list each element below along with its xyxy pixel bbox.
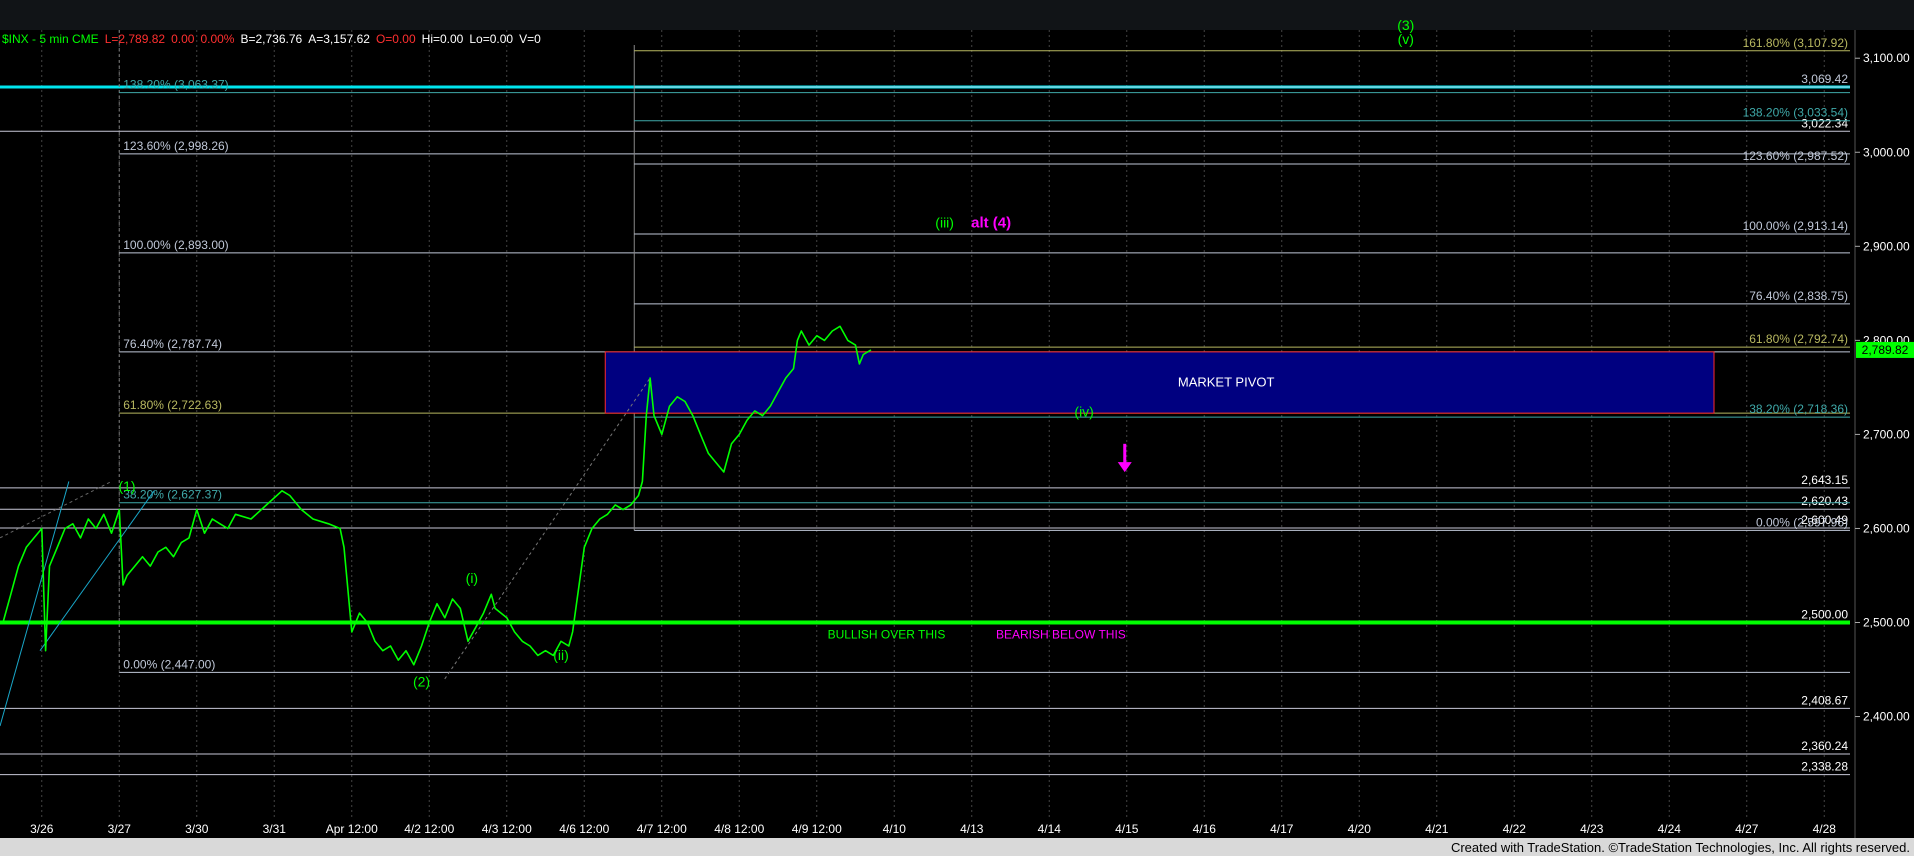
down-arrow-icon [1117,462,1132,473]
fib-left-label: 76.40% (2,787.74) [123,337,222,351]
bid-price: B=2,736.76 [240,32,303,46]
fib-left-label: 138.20% (3,063.37) [123,78,228,92]
y-tick-label: 2,700.00 [1863,427,1910,441]
fib-right-label: 138.20% (3,033.54) [1743,106,1848,120]
x-tick-label: 3/30 [185,822,209,836]
trend-channel-line [39,490,155,652]
wave-label: (iv) [1074,404,1093,420]
last-price: L=2,789.82 [104,32,166,46]
fib-left-label: 100.00% (2,893.00) [123,238,228,252]
net-change: 0.00 [171,32,195,46]
fib-right-label: 100.00% (2,913.14) [1743,219,1848,233]
x-tick-label: 4/23 [1580,822,1604,836]
y-tick-label: 2,900.00 [1863,239,1910,253]
level-label: 2,643.15 [1801,473,1848,487]
level-label: 2,620.43 [1801,494,1848,508]
wave-label: (1) [118,478,135,494]
level-label: 2,360.24 [1801,739,1848,753]
copyright-credit: Created with TradeStation. ©TradeStation… [1450,840,1910,855]
wave-label: (iii) [935,215,954,231]
x-tick-label: 4/8 12:00 [714,822,764,836]
level-label: 2,338.28 [1801,760,1848,774]
x-tick-label: 4/16 [1193,822,1217,836]
fib-right-label: 0.00% (2,597.96) [1756,515,1848,529]
x-tick-label: 4/2 12:00 [404,822,454,836]
fib-right-label: 38.20% (2,718.36) [1749,402,1848,416]
symbol-label[interactable]: $INX - 5 min CME [2,32,99,46]
x-tick-label: 4/9 12:00 [792,822,842,836]
x-tick-label: 4/13 [960,822,984,836]
fib-left-label: 123.60% (2,998.26) [123,139,228,153]
annotation-label: BEARISH BELOW THIS [996,627,1126,641]
volume: V=0 [519,32,541,46]
fib-right-label: 161.80% (3,107.92) [1743,36,1848,50]
x-tick-label: 4/3 12:00 [482,822,532,836]
fib-left-label: 0.00% (2,447.00) [123,657,215,671]
y-tick-label: 3,000.00 [1863,145,1910,159]
y-tick-label: 2,500.00 [1863,616,1910,630]
level-label: 2,408.67 [1801,693,1848,707]
y-tick-label: 2,400.00 [1863,710,1910,724]
x-tick-label: 4/21 [1425,822,1449,836]
x-tick-label: 4/27 [1735,822,1759,836]
y-tick-label: 2,600.00 [1863,521,1910,535]
high-price: Hi=0.00 [421,32,464,46]
price-chart[interactable]: 3/26 3/27 3/30 3/31 Apr 12:00 4/2 12:00 4/3 12… [0,0,1914,856]
x-tick-label: 4/20 [1348,822,1372,836]
ask-price: A=3,157.62 [308,32,370,46]
x-tick-label: 4/7 12:00 [637,822,687,836]
level-label: 2,500.00 [1801,608,1848,622]
low-price: Lo=0.00 [469,32,514,46]
x-tick-label: 4/28 [1813,822,1837,836]
x-tick-label: 4/10 [883,822,907,836]
x-tick-label: 4/22 [1503,822,1527,836]
fib-right-label: 76.40% (2,838.75) [1749,289,1848,303]
y-tick-label: 3,100.00 [1863,51,1910,65]
wave-label: (ii) [553,647,569,663]
footer-bar: Created with TradeStation. ©TradeStation… [0,838,1914,856]
x-tick-label: 3/27 [108,822,132,836]
x-tick-label: Apr 12:00 [326,822,378,836]
x-tick-label: 4/24 [1658,822,1682,836]
x-tick-label: 3/31 [263,822,287,836]
fib-right-label: 3,069.42 [1801,72,1848,86]
percent-change: 0.00% [200,32,235,46]
x-tick-label: 4/15 [1115,822,1139,836]
fib-right-label: 123.60% (2,987.52) [1743,149,1848,163]
fib-left-label: 38.20% (2,627.37) [123,488,222,502]
annotation-label: BULLISH OVER THIS [828,627,946,641]
quote-status-line: $INX - 5 min CME L=2,789.82 0.00 0.00% B=2,7… [2,32,547,46]
fib-right-label: 61.80% (2,792.74) [1749,332,1848,346]
x-tick-label: 3/26 [30,822,54,836]
open-price: O=0.00 [375,32,416,46]
wave-label: (i) [466,570,478,586]
wave-label: (2) [413,673,430,689]
market-pivot-label: MARKET PIVOT [1178,375,1275,390]
x-tick-label: 4/6 12:00 [559,822,609,836]
current-price-label: 2,789.82 [1862,343,1909,357]
x-tick-label: 4/14 [1038,822,1062,836]
x-tick-label: 4/17 [1270,822,1294,836]
fib-left-label: 61.80% (2,722.63) [123,398,222,412]
trend-channel-line [0,481,70,727]
wave-label: alt (4) [971,215,1011,232]
wave-label: (v) [1398,31,1414,47]
